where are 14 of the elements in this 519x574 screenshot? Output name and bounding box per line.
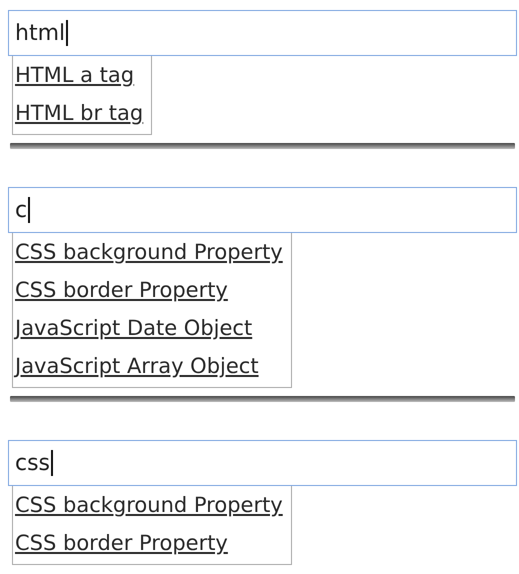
suggestion-link[interactable]: JavaScript Date Object xyxy=(15,309,283,347)
search-field[interactable]: c xyxy=(8,187,517,233)
search-field[interactable]: html xyxy=(8,10,517,56)
suggestion-link[interactable]: CSS background Property xyxy=(15,233,283,271)
search-field[interactable]: css xyxy=(8,440,517,486)
suggestion-link[interactable]: CSS background Property xyxy=(15,486,283,524)
text-cursor xyxy=(51,450,54,476)
suggestion-link[interactable]: CSS border Property xyxy=(15,524,283,562)
suggestion-link[interactable]: CSS border Property xyxy=(15,271,283,309)
suggestion-link[interactable]: HTML br tag xyxy=(15,94,144,132)
text-cursor xyxy=(28,197,30,223)
suggestion-link[interactable]: JavaScript Array Object xyxy=(15,347,283,385)
text-cursor xyxy=(66,20,68,46)
suggestion-link[interactable]: HTML a tag xyxy=(15,56,144,94)
